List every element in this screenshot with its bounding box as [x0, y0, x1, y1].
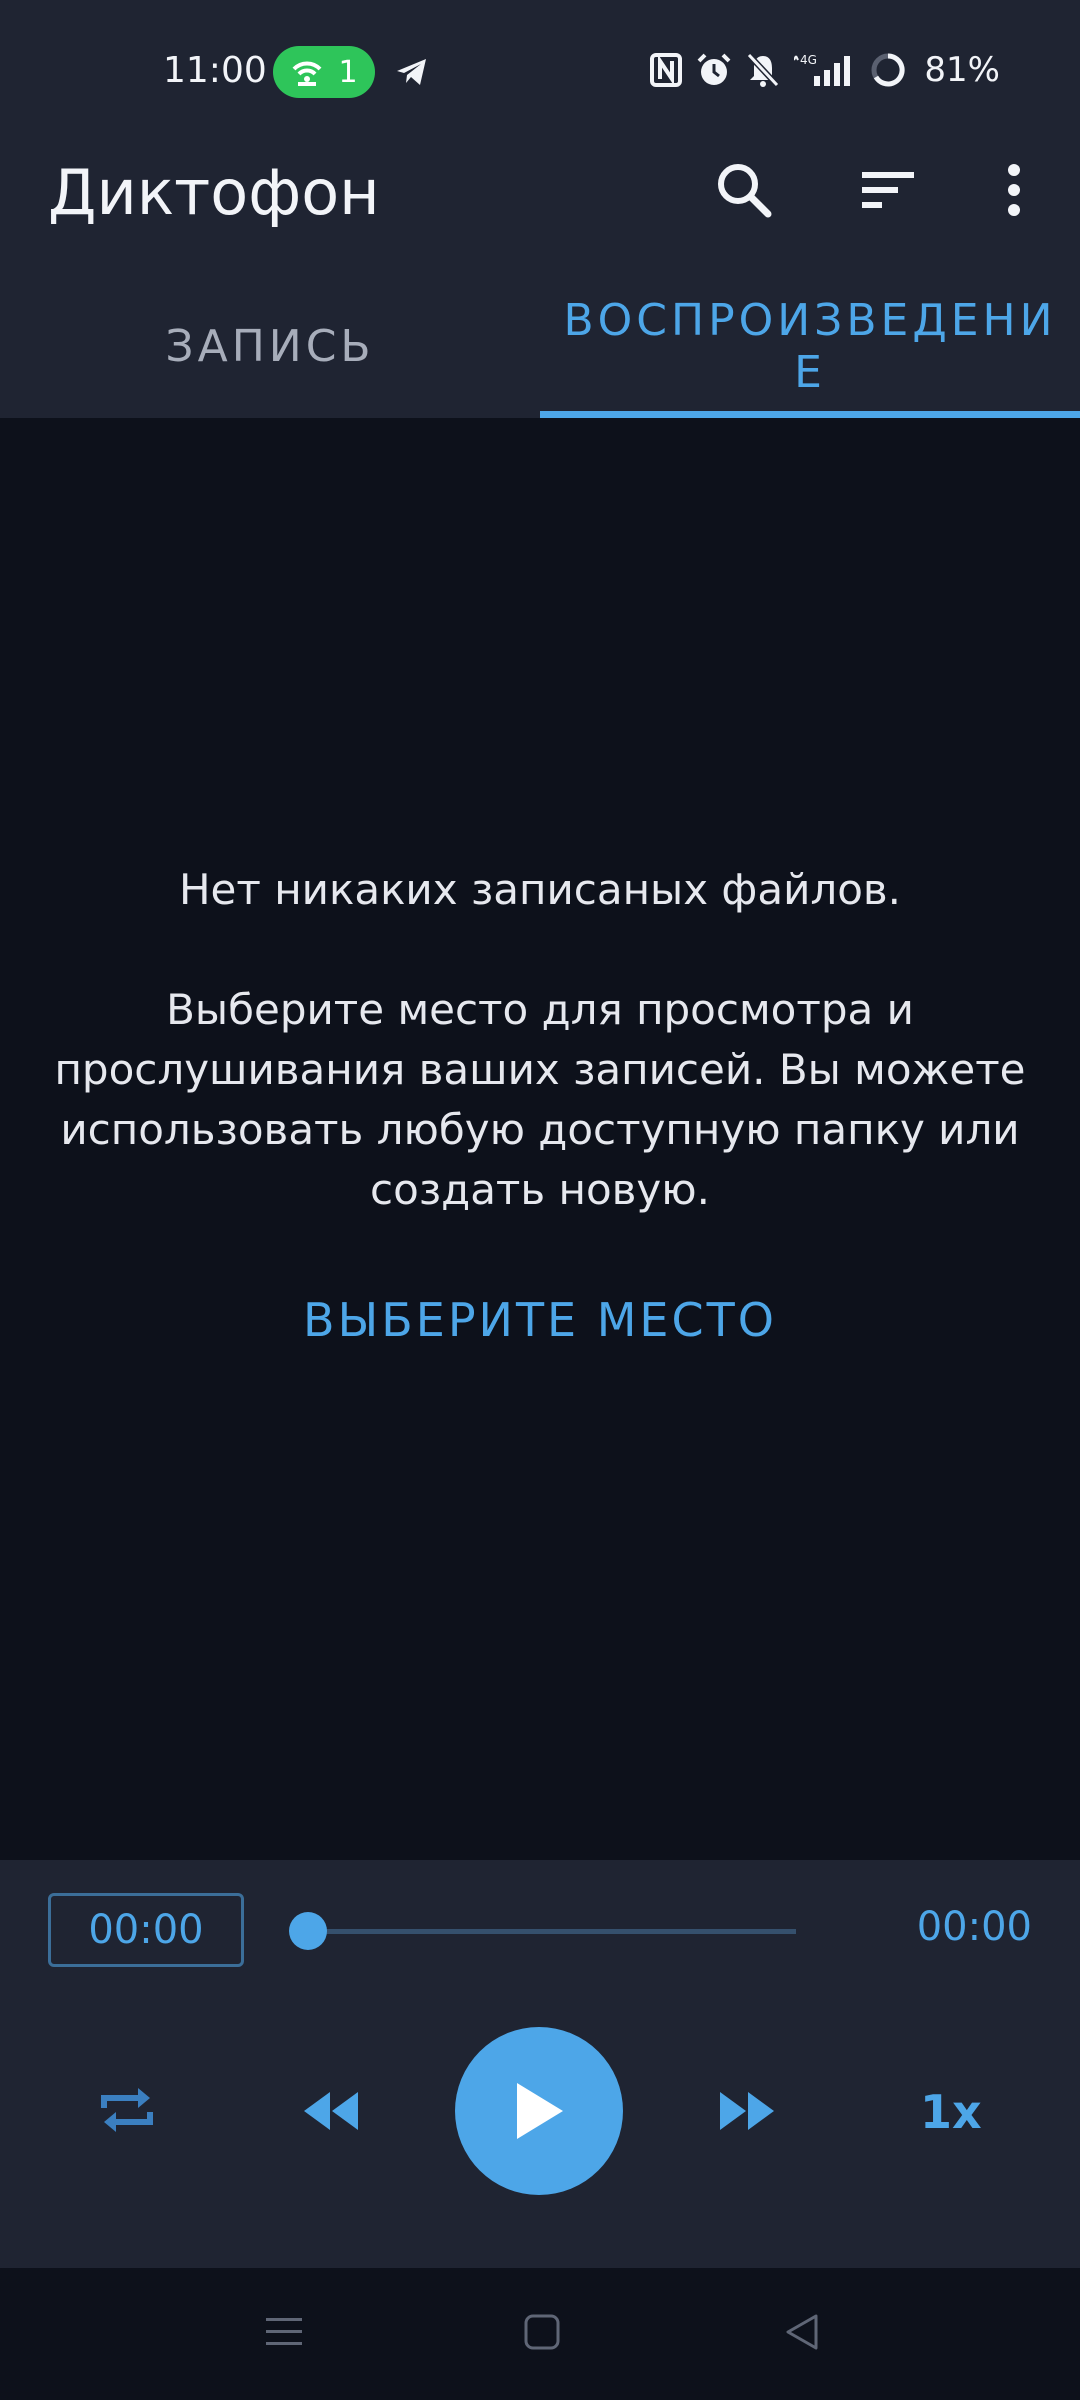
tab-record[interactable]: ЗАПИСЬ	[0, 275, 540, 418]
battery-percent: 81%	[924, 50, 1000, 90]
repeat-icon[interactable]	[96, 2080, 158, 2140]
telegram-icon	[397, 59, 426, 85]
hotspot-icon	[293, 61, 322, 86]
hotspot-count: 1	[338, 54, 358, 90]
choose-location-button[interactable]: ВЫБЕРИТЕ МЕСТО	[240, 1285, 840, 1355]
total-time: 00:00	[916, 1904, 1032, 1950]
seek-thumb[interactable]	[289, 1912, 327, 1950]
status-icons: 4G 81%	[650, 50, 1000, 90]
alarm-icon	[698, 53, 731, 85]
empty-title: Нет никаких записаных файлов.	[178, 865, 902, 914]
signal-icon: 4G	[794, 53, 851, 86]
search-icon[interactable]	[712, 158, 776, 222]
playback-speed-button[interactable]: 1x	[920, 2085, 982, 2139]
hotspot-indicator[interactable]: 1	[273, 46, 375, 98]
play-button[interactable]	[455, 2027, 623, 2195]
page-title: Диктофон	[48, 156, 380, 229]
tab-playback-label-line1: ВОСПРОИЗВЕДЕНИ	[563, 294, 1057, 346]
status-time: 11:00	[163, 50, 267, 91]
tab-playback[interactable]: ВОСПРОИЗВЕДЕНИ Е	[540, 275, 1080, 418]
play-icon	[517, 2083, 563, 2139]
empty-description: Выберите место для просмотра и прослушив…	[54, 985, 1026, 1214]
sort-icon[interactable]	[856, 158, 920, 222]
status-bar: 11:00 1 4G 81%	[0, 0, 1080, 140]
empty-state: Нет никаких записаных файлов. Выберите м…	[40, 860, 1040, 1220]
fast-forward-icon[interactable]	[718, 2088, 776, 2134]
rewind-icon[interactable]	[302, 2088, 360, 2134]
battery-icon	[871, 53, 906, 87]
home-icon[interactable]	[522, 2312, 562, 2352]
more-vert-icon[interactable]	[982, 158, 1046, 222]
seek-track[interactable]	[308, 1929, 796, 1934]
current-time[interactable]: 00:00	[48, 1893, 244, 1967]
network-type: 4G	[800, 53, 817, 67]
tab-playback-label-line2: Е	[794, 346, 826, 398]
mute-icon	[747, 52, 780, 88]
nfc-icon	[650, 53, 683, 87]
tab-bar: ЗАПИСЬ ВОСПРОИЗВЕДЕНИ Е	[0, 275, 1080, 418]
back-icon[interactable]	[782, 2312, 822, 2352]
tab-indicator	[540, 411, 1080, 418]
recent-apps-icon[interactable]	[264, 2312, 304, 2352]
